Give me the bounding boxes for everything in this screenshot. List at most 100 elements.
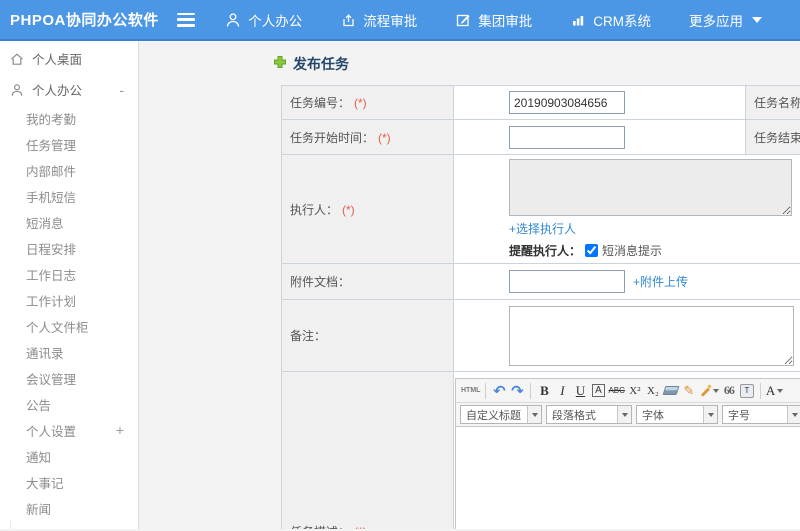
nav-label: 个人办公 xyxy=(248,13,303,29)
rich-text-editor: HTML ↶ ↷ B I U A ABC X² X₂ ✎ 66 T A 自定义标… xyxy=(455,378,800,529)
editor-toolbar-row1: HTML ↶ ↷ B I U A ABC X² X₂ ✎ 66 T A xyxy=(456,379,800,403)
sidebar-item-task-management[interactable]: 任务管理 xyxy=(0,131,138,157)
field-label: 任务名称： xyxy=(754,96,800,110)
sidebar-item-label: 内部邮件 xyxy=(26,164,77,179)
chevron-down-icon xyxy=(527,406,541,423)
user-icon xyxy=(225,12,241,28)
add-icon xyxy=(273,55,287,72)
executor-textarea[interactable] xyxy=(509,159,792,216)
html-source-button[interactable]: HTML xyxy=(460,381,481,400)
remind-executor-label: 提醒执行人： xyxy=(509,244,582,258)
chevron-down-icon xyxy=(787,406,800,423)
executor-value-cell: +选择执行人 提醒执行人： 短消息提示 xyxy=(453,154,800,264)
editor-toolbar-row2: 自定义标题 段落格式 字体 字号 xyxy=(456,403,800,427)
subscript-button[interactable]: X₂ xyxy=(644,381,662,400)
description-label-cell: 任务描述： (*) xyxy=(281,371,454,529)
nav-crm-system[interactable]: CRM系统 xyxy=(570,10,651,30)
choose-executor-link[interactable]: +选择执行人 xyxy=(509,222,576,236)
magic-wand-button[interactable] xyxy=(698,381,720,400)
field-label: 任务开始时间： xyxy=(290,130,375,145)
sidebar-item-work-plan[interactable]: 工作计划 xyxy=(0,287,138,313)
process-icon xyxy=(340,12,356,28)
sidebar-item-schedule[interactable]: 日程安排 xyxy=(0,235,138,261)
font-color-button[interactable]: A xyxy=(765,381,784,400)
field-label: 备注： xyxy=(290,329,327,343)
sidebar-item-meeting-management[interactable]: 会议管理 xyxy=(0,365,138,391)
sidebar-item-label: 个人设置 xyxy=(26,424,77,439)
required-mark: (*) xyxy=(354,525,367,529)
toolbar-separator xyxy=(530,382,532,399)
font-size-select[interactable]: 字号 xyxy=(722,405,800,424)
font-color-glyph: A xyxy=(765,382,776,398)
sidebar-item-notice[interactable]: 通知 xyxy=(0,443,138,469)
sidebar-item-label: 个人办公 xyxy=(32,84,83,98)
sidebar-item-work-log[interactable]: 工作日志 xyxy=(0,261,138,287)
sidebar-item-memorabilia[interactable]: 大事记 xyxy=(0,469,138,495)
font-family-select[interactable]: 字体 xyxy=(636,405,718,424)
sidebar-item-label: 公告 xyxy=(26,398,52,413)
underline-button[interactable]: U xyxy=(571,381,589,400)
superscript-button[interactable]: X² xyxy=(626,381,644,400)
nav-more-apps[interactable]: 更多应用 xyxy=(689,10,762,30)
sidebar-item-internal-mail[interactable]: 内部邮件 xyxy=(0,157,138,183)
remark-label-cell: 备注： xyxy=(281,299,454,372)
user-icon xyxy=(10,83,24,97)
format-brush-button[interactable]: ✎ xyxy=(680,381,698,400)
sidebar-item-announcement[interactable]: 公告 xyxy=(0,391,138,417)
expand-icon[interactable]: + xyxy=(116,423,124,437)
bold-button[interactable]: B xyxy=(535,381,553,400)
top-bar: PHPOA协同办公软件 个人办公 流程审批 集团审批 CRM系统 更多应用 xyxy=(0,0,800,41)
page-title: 发布任务 xyxy=(293,55,349,72)
undo-icon[interactable]: ↶ xyxy=(490,381,508,400)
task-number-label-cell: 任务编号： (*) xyxy=(281,85,454,120)
task-number-input[interactable] xyxy=(509,91,625,114)
sidebar-item-personal-settings[interactable]: 个人设置 + xyxy=(0,417,138,443)
nav-personal-office[interactable]: 个人办公 xyxy=(225,10,302,30)
heading-select[interactable]: 自定义标题 xyxy=(460,405,542,424)
paste-button[interactable]: T xyxy=(738,381,756,400)
description-editor-area[interactable] xyxy=(456,427,800,529)
start-time-input[interactable] xyxy=(509,125,625,149)
attachment-value-cell: +附件上传 xyxy=(453,263,800,300)
attachment-input[interactable] xyxy=(509,270,625,293)
chevron-down-icon xyxy=(712,388,719,393)
edit-icon xyxy=(455,12,471,28)
sidebar-item-short-message[interactable]: 短消息 xyxy=(0,209,138,235)
sidebar-item-personal-desktop[interactable]: 个人桌面 xyxy=(0,43,138,74)
redo-icon[interactable]: ↷ xyxy=(508,381,526,400)
sidebar-item-label: 短消息 xyxy=(26,216,64,231)
boxed-a-button[interactable]: A xyxy=(592,384,605,397)
collapse-icon[interactable]: - xyxy=(119,83,124,97)
remark-textarea[interactable] xyxy=(509,305,794,366)
sms-remind-checkbox[interactable] xyxy=(585,244,599,257)
nav-process-approval[interactable]: 流程审批 xyxy=(340,10,417,30)
magic-wand-icon xyxy=(699,385,711,397)
sidebar-item-my-attendance[interactable]: 我的考勤 xyxy=(0,105,138,131)
nav-group-approval[interactable]: 集团审批 xyxy=(455,10,532,30)
start-time-value-cell xyxy=(453,119,746,155)
task-name-label-cell: 任务名称：(*) xyxy=(745,85,800,120)
select-value: 字体 xyxy=(642,409,664,422)
app-logo: PHPOA协同办公软件 xyxy=(10,12,159,29)
sidebar-item-mobile-sms[interactable]: 手机短信 xyxy=(0,183,138,209)
chevron-down-icon xyxy=(617,406,631,423)
blockquote-button[interactable]: 66 xyxy=(720,381,738,400)
attachment-upload-link[interactable]: +附件上传 xyxy=(633,273,688,290)
sidebar-item-personal-office[interactable]: 个人办公 - xyxy=(0,74,138,105)
sidebar-item-label: 任务管理 xyxy=(26,138,77,153)
hamburger-menu-icon[interactable] xyxy=(177,12,196,27)
select-value: 段落格式 xyxy=(552,409,596,422)
remove-format-button[interactable] xyxy=(662,381,680,400)
paragraph-format-select[interactable]: 段落格式 xyxy=(546,405,632,424)
sidebar-item-contacts[interactable]: 通讯录 xyxy=(0,339,138,365)
sidebar-item-personal-file-cabinet[interactable]: 个人文件柜 xyxy=(0,313,138,339)
sidebar-item-news[interactable]: 新闻 xyxy=(0,495,138,521)
sidebar-item-label: 工作计划 xyxy=(26,294,77,309)
strikethrough-button[interactable]: ABC xyxy=(607,381,625,400)
field-label: 附件文档： xyxy=(290,275,351,289)
italic-button[interactable]: I xyxy=(553,381,571,400)
chevron-down-icon xyxy=(777,388,784,393)
toolbar-separator xyxy=(485,382,487,399)
sidebar-item-label: 日程安排 xyxy=(26,242,77,257)
paste-icon: T xyxy=(739,383,754,398)
